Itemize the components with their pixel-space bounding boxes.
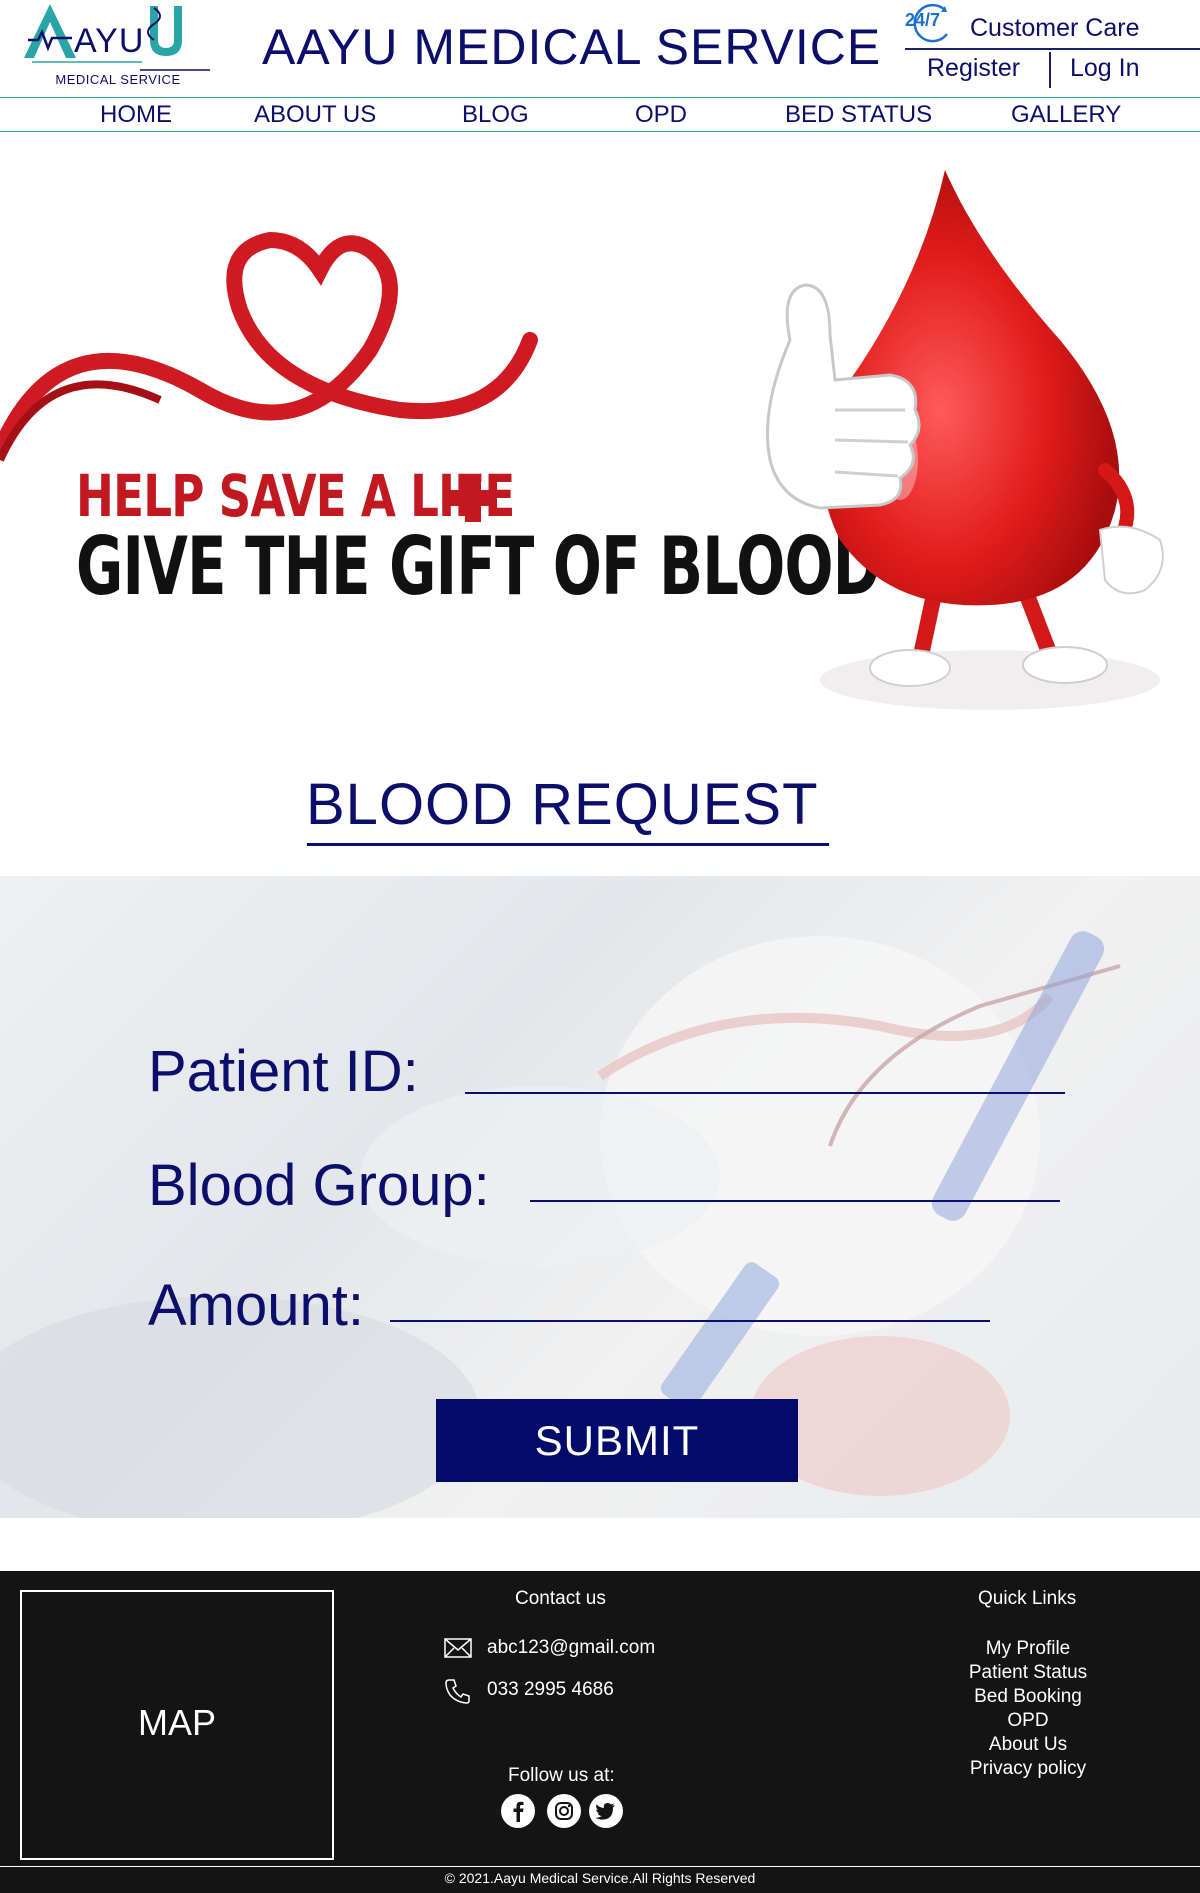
care-divider	[905, 48, 1200, 50]
site-title: AAYU MEDICAL SERVICE	[262, 19, 882, 75]
blood-request-form: Patient ID: Blood Group: Amount: SUBMIT	[0, 876, 1200, 1518]
patient-id-input[interactable]	[465, 1054, 1065, 1094]
nav-item-blog[interactable]: BLOG	[462, 101, 529, 129]
amount-input[interactable]	[390, 1282, 990, 1322]
blood-group-label: Blood Group:	[148, 1153, 490, 1218]
register-link[interactable]: Register	[927, 54, 1020, 83]
red-cross-icon	[449, 474, 497, 522]
quick-link-my-profile[interactable]: My Profile	[928, 1637, 1128, 1661]
site-logo[interactable]: AYU MEDICAL SERVICE	[22, 0, 218, 92]
care-badge-text: 24/7	[905, 10, 941, 30]
amount-label: Amount:	[148, 1273, 364, 1338]
heart-ribbon-icon	[0, 231, 538, 462]
auth-divider	[1049, 52, 1051, 88]
map-placeholder[interactable]: MAP	[20, 1590, 334, 1860]
nav-item-gallery[interactable]: GALLERY	[1011, 101, 1121, 129]
nav-item-home[interactable]: HOME	[100, 101, 172, 129]
main-nav: HOME ABOUT US BLOG OPD BED STATUS GALLER…	[0, 97, 1200, 132]
twitter-icon[interactable]	[589, 1794, 623, 1828]
mail-icon	[444, 1638, 472, 1658]
blood-group-input[interactable]	[530, 1162, 1060, 1202]
email-text: abc123@gmail.com	[487, 1637, 656, 1658]
blood-drop-mascot-icon	[766, 170, 1164, 710]
patient-id-label: Patient ID:	[148, 1039, 419, 1104]
instagram-icon[interactable]	[547, 1794, 581, 1828]
hero-banner: HELP SAVE A LIFE GIVE THE GIFT OF BLOOD	[0, 150, 1200, 750]
logo-subtitle: MEDICAL SERVICE	[55, 72, 181, 87]
quick-links-list: My Profile Patient Status Bed Booking OP…	[928, 1637, 1128, 1781]
clock-24-7-icon: 24/7	[905, 2, 957, 46]
nav-item-bed-status[interactable]: BED STATUS	[785, 101, 932, 129]
phone-text: 033 2995 4686	[487, 1679, 614, 1700]
site-footer: MAP Contact us abc123@gmail.com 033 2995…	[0, 1571, 1200, 1893]
quick-link-opd[interactable]: OPD	[928, 1709, 1128, 1733]
title-underline	[307, 843, 829, 846]
copyright-text: © 2021.Aayu Medical Service.All Rights R…	[0, 1866, 1200, 1890]
site-header: AYU MEDICAL SERVICE AAYU MEDICAL SERVICE…	[0, 0, 1200, 97]
blood-request-title: BLOOD REQUEST	[306, 772, 819, 837]
map-label: MAP	[137, 1702, 216, 1743]
submit-button[interactable]: SUBMIT	[436, 1399, 798, 1482]
customer-care-label[interactable]: Customer Care	[970, 14, 1140, 43]
contact-title: Contact us	[515, 1588, 606, 1609]
customer-care-panel: 24/7 Customer Care Register Log In	[905, 0, 1200, 92]
logo-text: AYU	[74, 22, 145, 60]
nav-item-about-us[interactable]: ABOUT US	[254, 101, 376, 129]
facebook-icon[interactable]	[501, 1794, 535, 1828]
phone-icon	[445, 1679, 470, 1704]
quick-link-privacy-policy[interactable]: Privacy policy	[928, 1757, 1128, 1781]
login-link[interactable]: Log In	[1070, 54, 1140, 83]
follow-title: Follow us at:	[508, 1765, 615, 1786]
nav-item-opd[interactable]: OPD	[635, 101, 687, 129]
quick-link-bed-booking[interactable]: Bed Booking	[928, 1685, 1128, 1709]
quick-link-patient-status[interactable]: Patient Status	[928, 1661, 1128, 1685]
quick-links-title: Quick Links	[978, 1588, 1077, 1609]
quick-link-about-us[interactable]: About Us	[928, 1733, 1128, 1757]
